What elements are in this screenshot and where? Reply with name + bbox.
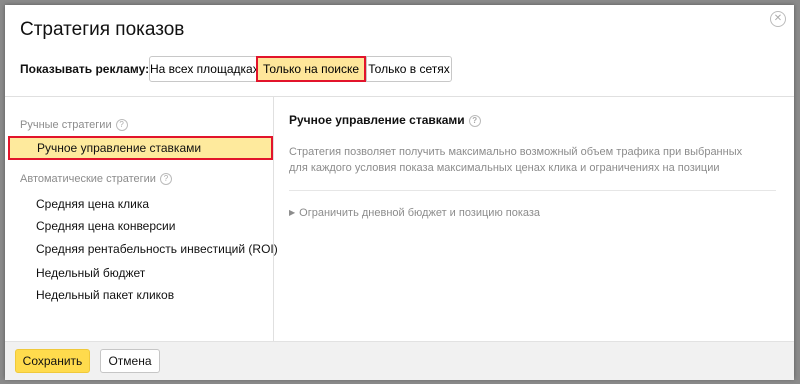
details-divider xyxy=(289,190,776,191)
question-circle-icon[interactable]: ? xyxy=(468,115,481,127)
option-networks-only[interactable]: Только в сетях xyxy=(366,56,452,82)
strategy-item-weekly-clicks[interactable]: Недельный пакет кликов xyxy=(36,288,174,302)
cancel-button[interactable]: Отмена xyxy=(100,349,160,373)
strategy-item-weekly-budget[interactable]: Недельный бюджет xyxy=(36,266,145,280)
triangle-right-icon: ▶ xyxy=(289,208,296,217)
limit-budget-label: Ограничить дневной бюджет и позицию пока… xyxy=(299,207,541,219)
auto-strategies-label: Автоматические стратегии xyxy=(20,173,156,185)
strategy-item-avg-conversion-price[interactable]: Средняя цена конверсии xyxy=(36,219,175,233)
question-circle-icon[interactable]: ? xyxy=(115,119,128,131)
option-all-placements[interactable]: На всех площадках xyxy=(149,56,259,82)
strategy-dialog: Стратегия показов ✕ Показывать рекламу: … xyxy=(5,5,794,380)
save-button[interactable]: Сохранить xyxy=(15,349,90,373)
close-icon[interactable]: ✕ xyxy=(770,11,786,27)
strategy-list: Ручные стратегии? Ручное управление став… xyxy=(5,97,278,342)
show-ads-label: Показывать рекламу: xyxy=(20,62,150,76)
dialog-title: Стратегия показов xyxy=(20,19,185,40)
dialog-footer: Сохранить Отмена xyxy=(5,341,794,380)
limit-budget-expander[interactable]: ▶ Ограничить дневной бюджет и позицию пок… xyxy=(289,207,540,219)
manual-strategies-header: Ручные стратегии? xyxy=(20,119,128,131)
strategy-item-manual-bids[interactable]: Ручное управление ставками xyxy=(8,136,273,160)
details-title: Ручное управление ставками? xyxy=(289,113,481,127)
question-circle-icon[interactable]: ? xyxy=(159,173,172,185)
manual-strategies-label: Ручные стратегии xyxy=(20,119,112,131)
strategy-details: Ручное управление ставками? Стратегия по… xyxy=(289,97,794,342)
auto-strategies-header: Автоматические стратегии? xyxy=(20,173,172,185)
option-search-only[interactable]: Только на поиске xyxy=(256,56,366,82)
strategy-body: Ручные стратегии? Ручное управление став… xyxy=(5,96,794,342)
details-title-text: Ручное управление ставками xyxy=(289,113,465,127)
strategy-item-avg-roi[interactable]: Средняя рентабельность инвестиций (ROI) xyxy=(36,242,278,256)
details-description: Стратегия позволяет получить максимально… xyxy=(289,146,743,174)
strategy-item-avg-click-price[interactable]: Средняя цена клика xyxy=(36,197,149,211)
